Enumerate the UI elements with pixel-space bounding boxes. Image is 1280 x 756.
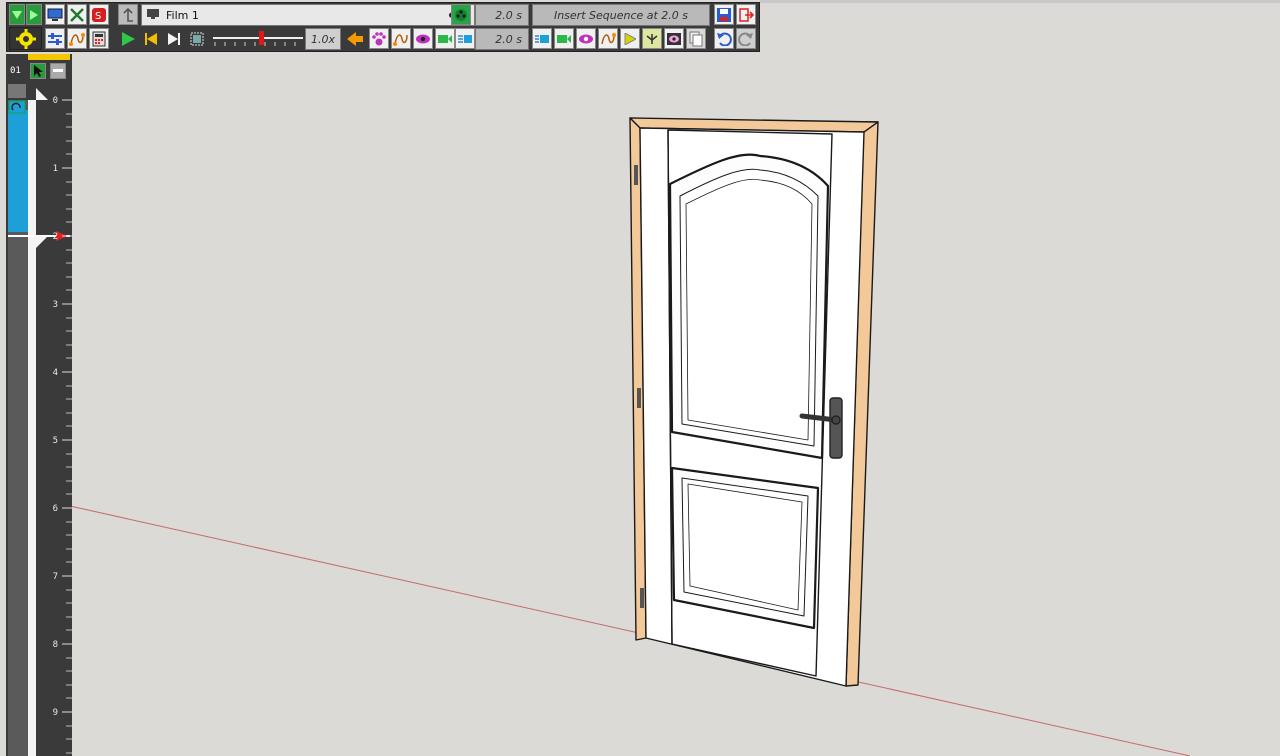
animation-toolbar: S Film 1 ●●● 2.0 s Insert Sequence at 2.… [6,2,760,52]
play-icon[interactable] [118,28,138,49]
select-track-icon[interactable] [30,63,46,79]
scene-monitor-icon [146,8,160,23]
door-hinge-bottom [640,588,644,608]
ruler-label-6: 6 [53,504,58,514]
light-icon[interactable] [642,28,662,49]
timeline-ruler[interactable]: 0 1 2 3 4 5 6 7 8 9 [0,84,74,756]
monitor-icon[interactable] [45,4,65,25]
ruler-label-9: 9 [53,708,58,718]
door-hinge-top [634,165,638,185]
time-display-top[interactable]: 2.0 s [475,4,529,26]
track-number: 01 [10,66,21,76]
tools-icon[interactable] [67,4,87,25]
curve-path-icon[interactable] [391,28,411,49]
play-preview-icon[interactable] [620,28,640,49]
eye-icon[interactable] [413,28,433,49]
sketchup-export-icon[interactable]: S [89,4,109,25]
ruler-label-7: 7 [53,572,58,582]
calculator-icon[interactable] [89,28,109,49]
ruler-label-4: 4 [53,368,58,378]
path-node-icon[interactable] [598,28,618,49]
time-display-bottom[interactable]: 2.0 s [475,28,529,50]
ruler-label-3: 3 [53,300,58,310]
insert-sequence-button[interactable]: Insert Sequence at 2.0 s [532,4,710,26]
save-icon[interactable] [714,4,734,25]
view-eye-icon[interactable] [576,28,596,49]
collapse-track-icon[interactable] [50,63,66,79]
viewport-3d[interactable] [0,0,1280,756]
go-to-end-icon[interactable] [164,28,184,49]
video-camera-icon[interactable] [554,28,574,49]
ruler-label-5: 5 [53,436,58,446]
ruler-label-1: 1 [53,164,58,174]
door-handle-plate [829,397,843,459]
ruler-label-0: 0 [53,96,58,106]
paw-print-icon[interactable] [369,28,389,49]
settings-gear-icon[interactable] [9,27,42,50]
sliders-icon[interactable] [45,28,65,49]
timeline-block-icon[interactable] [532,28,552,49]
parent-up-icon[interactable] [118,4,138,25]
undo-icon[interactable] [714,28,734,49]
ruler-label-2: 2 [53,232,58,242]
render-eye-icon[interactable] [664,28,684,49]
red-axis-line [69,505,1191,756]
speed-display[interactable]: 1.0x [305,28,341,50]
speed-slider[interactable] [211,28,305,50]
redo-icon[interactable] [736,28,756,49]
scene-name-text: Film 1 [166,8,199,22]
go-to-start-icon[interactable] [141,28,161,49]
timeline-clip-block[interactable] [8,110,28,232]
back-arrow-icon[interactable] [345,28,365,49]
camera-icon[interactable] [435,28,455,49]
path-curve-icon[interactable] [67,28,87,49]
svg-text:S: S [95,11,101,22]
scene-name-field[interactable]: Film 1 ●●● [141,4,475,26]
scene-nav-down-icon[interactable] [9,4,25,25]
timeline-yellow-marker [28,54,70,60]
door-hinge-middle [637,388,641,408]
copy-pages-icon[interactable] [686,28,706,49]
film-reel-icon[interactable] [451,4,471,25]
door-model[interactable] [629,117,879,687]
start-marker-icon [36,88,48,100]
ruler-label-8: 8 [53,640,58,650]
exit-icon[interactable] [736,4,756,25]
loop-region-icon[interactable] [187,28,207,49]
speed-slider-thumb[interactable] [259,31,264,45]
camera-to-scene-icon[interactable] [455,28,475,49]
scene-nav-play-icon[interactable] [26,4,42,25]
